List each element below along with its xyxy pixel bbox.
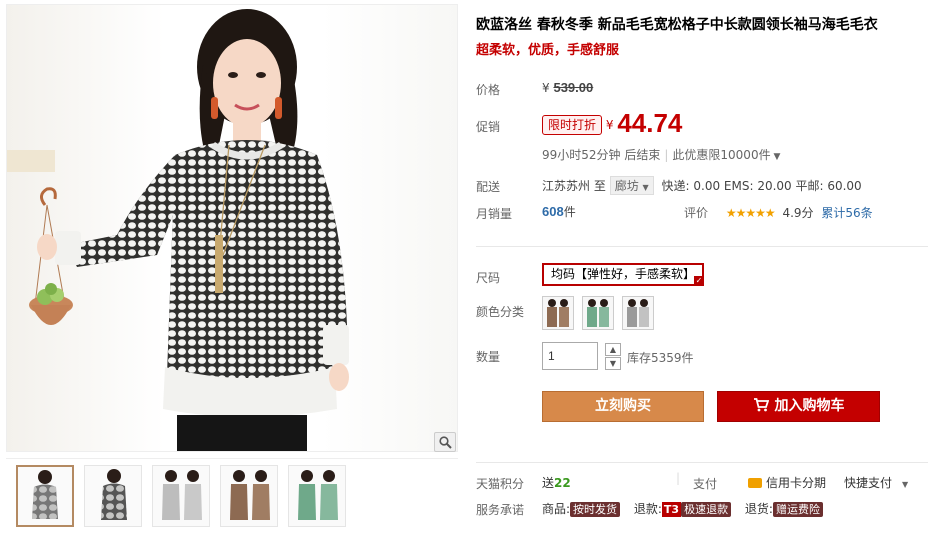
- destination-value: 廊坊: [614, 179, 639, 193]
- product-info-panel: 欧蓝洛丝 春秋冬季 新品毛毛宽松格子中长款圆领长袖马海毛毛衣 超柔软，优质，手感…: [476, 0, 928, 542]
- size-option[interactable]: 均码【弹性好，手感柔软】 ✓: [542, 263, 705, 286]
- shipping-insurance-badge[interactable]: 赠运费险: [772, 502, 823, 517]
- ship-from: 江苏苏州: [542, 179, 591, 193]
- promo-label: 促销: [476, 120, 501, 134]
- chevron-down-icon: ▼: [902, 480, 909, 489]
- chevron-down-icon[interactable]: ▼: [605, 357, 621, 370]
- promo-row: 限时打折 ¥ 44.74: [542, 108, 682, 139]
- color-swatch-grey[interactable]: [622, 296, 654, 330]
- chevron-down-icon: ▼: [642, 183, 649, 192]
- check-icon: ✓: [694, 276, 705, 286]
- model-illustration: [7, 9, 349, 451]
- points-service-box: 天猫积分 送22 | 支付 信用卡分期 快捷支付 ▼ 服务承诺 商品: 按时发货 退…: [476, 462, 928, 538]
- sales-unit: 件: [563, 205, 576, 219]
- service-label: 服务承诺: [476, 503, 525, 517]
- points-row: 送22: [542, 474, 571, 491]
- product-subtitle: 超柔软，优质，手感舒服: [476, 43, 620, 58]
- promo-price-value: 44.74: [617, 108, 683, 138]
- fast-pay-label: 快捷支付: [844, 476, 893, 490]
- thumbnail-strip: [6, 458, 458, 538]
- star-rating-icon: ★★★★★: [725, 206, 776, 220]
- divider: [476, 246, 928, 247]
- size-label: 尺码: [476, 271, 501, 285]
- thumbnail-3[interactable]: [152, 465, 210, 527]
- shipping-row: 江苏苏州 至 廊坊 ▼ 快递: 0.00 EMS: 20.00 平邮: 60.0…: [542, 176, 862, 195]
- credit-installment[interactable]: 信用卡分期: [748, 474, 826, 491]
- quantity-label: 数量: [476, 350, 501, 364]
- fast-pay[interactable]: 快捷支付 ▼: [844, 474, 908, 491]
- thumbnail-5[interactable]: [288, 465, 346, 527]
- rating-score: 4.9分: [782, 206, 814, 220]
- points-amount: 22: [554, 476, 571, 490]
- destination-select[interactable]: 廊坊 ▼: [609, 176, 654, 195]
- ship-to-word: 至: [593, 179, 606, 193]
- color-swatch-green[interactable]: [582, 296, 614, 330]
- quantity-input[interactable]: 1: [542, 342, 598, 370]
- rating-label: 评价: [684, 206, 709, 220]
- thumbnail-2[interactable]: [84, 465, 142, 527]
- zoom-icon[interactable]: [434, 432, 456, 452]
- separator: |: [664, 148, 669, 162]
- promo-limit[interactable]: 此优惠限10000件: [672, 148, 770, 162]
- chevron-down-icon[interactable]: ▼: [771, 152, 780, 162]
- cart-icon: [753, 398, 769, 412]
- rating-row: 评价 ★★★★★ 4.9分 累计56条: [684, 204, 873, 221]
- points-label: 天猫积分: [476, 477, 525, 491]
- sales-count: 608: [542, 204, 564, 219]
- fast-refund-badge[interactable]: 极速退款: [681, 502, 732, 517]
- chevron-up-icon[interactable]: ▲: [605, 343, 621, 356]
- promo-price: ¥ 44.74: [605, 108, 683, 138]
- price-label: 价格: [476, 83, 501, 97]
- product-title: 欧蓝洛丝 春秋冬季 新品毛毛宽松格子中长款圆领长袖马海毛毛衣: [476, 17, 878, 33]
- add-to-cart-label: 加入购物车: [774, 398, 845, 414]
- credit-installment-label: 信用卡分期: [766, 476, 827, 490]
- service-return: 退货:: [744, 502, 773, 516]
- currency-symbol: ¥: [542, 81, 550, 95]
- payment-label: 支付: [693, 477, 718, 491]
- buy-now-button[interactable]: 立刻购买: [542, 391, 704, 422]
- stock-text: 库存5359件: [627, 351, 694, 365]
- promo-tag: 限时打折: [542, 115, 603, 135]
- color-swatch-brown[interactable]: [542, 296, 574, 330]
- countdown-text: 99小时52分钟 后结束: [542, 148, 661, 162]
- size-option-text: 均码【弹性好，手感柔软】: [551, 267, 696, 281]
- original-price: ¥ 539.00: [542, 80, 593, 95]
- thumbnail-4[interactable]: [220, 465, 278, 527]
- separator: |: [676, 471, 681, 485]
- shipping-label: 配送: [476, 180, 501, 194]
- points-send: 送: [542, 476, 555, 490]
- review-count-link[interactable]: 累计56条: [821, 206, 872, 220]
- shipping-rates: 快递: 0.00 EMS: 20.00 平邮: 60.00: [661, 179, 862, 193]
- original-price-value: 539.00: [553, 80, 594, 95]
- add-to-cart-button[interactable]: 加入购物车: [717, 391, 880, 422]
- monthly-sales-label: 月销量: [476, 207, 513, 221]
- main-product-image[interactable]: [6, 4, 458, 452]
- promo-currency: ¥: [605, 118, 614, 132]
- ontime-delivery-badge[interactable]: 按时发货: [570, 502, 621, 517]
- service-row: 商品: 按时发货 退款: T3 极速退款 退货: 赠运费险: [542, 500, 823, 517]
- credit-card-icon: [748, 478, 762, 488]
- countdown-row: 99小时52分钟 后结束 | 此优惠限10000件 ▼: [542, 146, 780, 163]
- service-goods: 商品:: [542, 502, 571, 516]
- color-label: 颜色分类: [476, 305, 525, 319]
- service-refund: 退款:: [633, 502, 662, 516]
- thumbnail-1[interactable]: [16, 465, 74, 527]
- t3-badge: T3: [661, 502, 682, 517]
- monthly-sales: 608件: [542, 203, 576, 220]
